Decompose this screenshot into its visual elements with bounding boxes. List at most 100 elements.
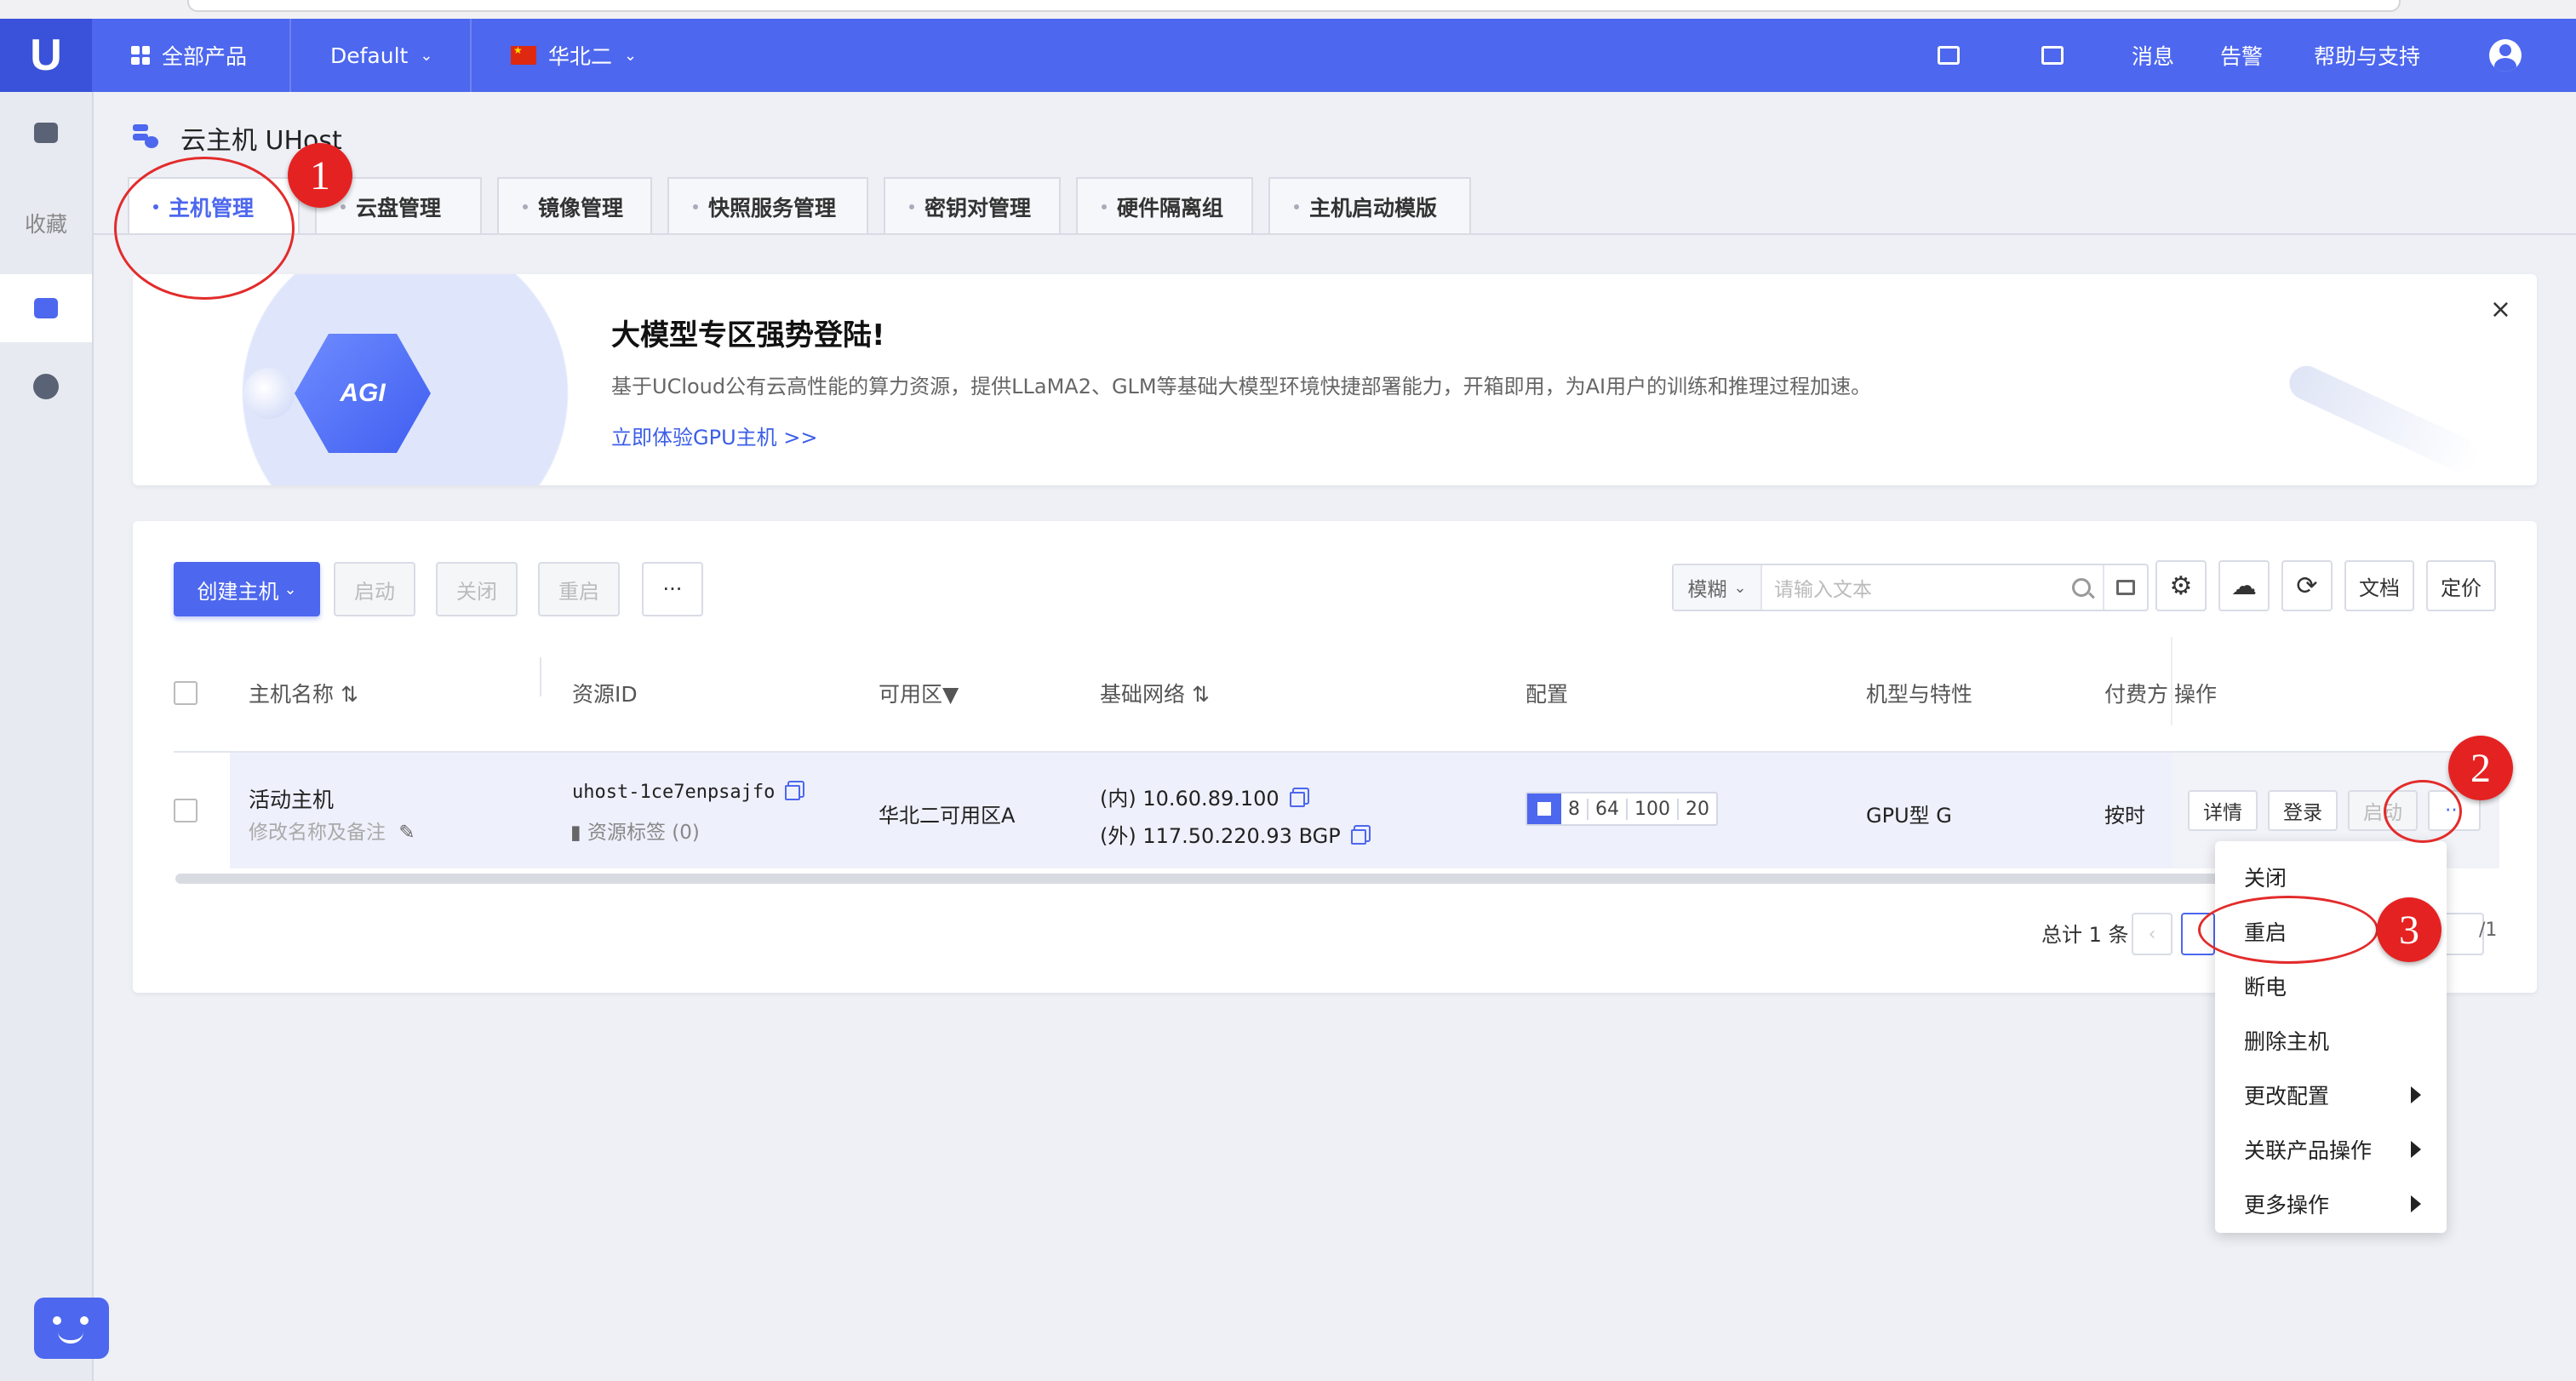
region-selector[interactable]: 华北二 ⌄ [472,19,693,92]
filter-icon: ▼ [942,682,959,707]
host-list-panel: 创建主机 ⌄ 启动 关闭 重启 ··· 模糊 ⌄ 请输入文本 ⚙ ☁ ⟳ 文档 … [133,521,2537,993]
card-icon [2116,580,2135,595]
ip-external: (外) 117.50.220.93 BGP [1100,819,1366,849]
host-name[interactable]: 活动主机 [249,783,334,814]
caret-right-icon [2411,1086,2421,1103]
help-link[interactable]: 帮助与支持 [2314,19,2420,92]
menu-item-change-config[interactable]: 更改配置 [2215,1068,2447,1122]
menu-item-label: 关闭 [2244,866,2287,891]
start-button[interactable]: 启动 [334,562,415,616]
menu-item-delete-host[interactable]: 删除主机 [2215,1013,2447,1068]
menu-item-more-actions[interactable]: 更多操作 [2215,1177,2447,1231]
all-products-menu[interactable]: 全部产品 [92,19,291,92]
banner-gpu-link[interactable]: 立即体验GPU主机 >> [611,421,817,450]
banner-description: 基于UCloud公有云高性能的算力资源，提供LLaMA2、GLM等基础大模型环境… [611,375,1872,398]
stop-button[interactable]: 关闭 [436,562,518,616]
sidebar-item-uhost[interactable] [0,274,92,342]
sort-icon: ⇅ [340,682,358,707]
monitor-icon [34,123,58,143]
sidebar-item-favorites[interactable]: 收藏 [0,189,92,257]
alerts-link[interactable]: 告警 [2220,19,2263,92]
header-network[interactable]: 基础网络 ⇅ [1100,678,1210,708]
header-name[interactable]: 主机名称 ⇅ [249,678,358,708]
create-host-label: 创建主机 [197,579,279,604]
resource-tags[interactable]: ▮ 资源标签 (0) [570,816,700,845]
address-bar[interactable] [187,0,2401,12]
config-disk: 100 [1628,798,1679,820]
tab-isolation-group[interactable]: 硬件隔离组 [1076,177,1253,235]
search-top-button[interactable] [1938,19,1960,92]
menu-item-related-products[interactable]: 关联产品操作 [2215,1122,2447,1177]
pager-pages: /1 [2479,920,2498,941]
card-view-button[interactable] [2103,565,2147,610]
annotation-ellipse-tab [114,157,295,300]
select-all-checkbox[interactable] [174,681,197,705]
network-icon [33,374,59,399]
chevron-down-icon: ⌄ [624,46,638,65]
banner-decoration [2283,360,2484,478]
menu-item-label: 更多操作 [2244,1193,2330,1218]
copy-icon[interactable] [1350,829,1366,845]
tab-divider [94,233,2576,235]
tab-dot [341,204,346,209]
browser-strip [0,0,2576,19]
refresh-button[interactable]: ⟳ [2281,560,2333,611]
gear-icon: ⚙ [2169,570,2193,601]
search-icon[interactable] [2072,578,2091,597]
header-name-label: 主机名称 [249,682,335,707]
annotation-ellipse-restart [2198,896,2379,964]
chevron-left-icon: ‹ [2148,923,2156,945]
project-selector[interactable]: Default ⌄ [291,19,472,92]
edit-name-label: 修改名称及备注 [249,822,386,844]
pricing-button[interactable]: 定价 [2426,560,2496,611]
terminal-icon [2041,46,2064,65]
page-input[interactable] [2441,913,2484,955]
copy-icon[interactable] [785,785,801,800]
tab-launch-template[interactable]: 主机启动模版 [1268,177,1471,235]
tab-snapshot-management[interactable]: 快照服务管理 [667,177,868,235]
config-cpu: 8 [1561,798,1589,820]
header-zone[interactable]: 可用区▼ [879,678,959,708]
banner-close-icon[interactable]: × [2490,295,2511,324]
sidebar-item-network[interactable] [0,352,92,421]
prev-page-button[interactable]: ‹ [2132,913,2172,955]
menu-item-stop[interactable]: 关闭 [2215,850,2447,904]
server-icon [34,298,58,318]
tab-label: 硬件隔离组 [1117,196,1224,221]
chevron-down-icon: ⌄ [1733,578,1747,597]
detail-button[interactable]: 详情 [2188,790,2258,831]
resource-tags-label: 资源标签 (0) [587,822,700,844]
terminal-button[interactable] [2041,19,2064,92]
menu-item-power-off[interactable]: 断电 [2215,959,2447,1013]
chat-assistant-icon[interactable] [34,1298,109,1359]
sidebar-item-dashboard[interactable] [0,99,92,167]
user-avatar-button[interactable] [2489,19,2522,92]
messages-link[interactable]: 消息 [2132,19,2174,92]
search-square-icon [1938,46,1960,65]
login-button[interactable]: 登录 [2268,790,2338,831]
tab-label: 密钥对管理 [924,196,1032,221]
edit-name-hint[interactable]: 修改名称及备注 ✎ [249,816,415,845]
ucloud-logo[interactable]: U [0,19,92,92]
refresh-icon: ⟳ [2296,570,2318,601]
tab-keypair-management[interactable]: 密钥对管理 [884,177,1061,235]
favorites-label: 收藏 [24,212,67,237]
tab-image-management[interactable]: 镜像管理 [497,177,652,235]
tab-dot [523,204,528,209]
more-actions-button[interactable]: ··· [642,562,703,616]
copy-icon[interactable] [1289,792,1305,807]
docs-button[interactable]: 文档 [2344,560,2414,611]
restart-button[interactable]: 重启 [538,562,620,616]
row-checkbox[interactable] [174,799,197,822]
horizontal-scrollbar[interactable] [175,874,2333,884]
cloud-download-icon: ☁ [2231,570,2257,601]
search-mode-select[interactable]: 模糊 ⌄ [1674,565,1762,610]
pager-total: 总计 1 条 [2041,923,2129,947]
column-divider [2171,637,2172,725]
search-input[interactable]: 请输入文本 [1762,573,2072,602]
ip-internal: (内) 10.60.89.100 [1100,782,1305,811]
download-button[interactable]: ☁ [2218,560,2270,611]
create-host-button[interactable]: 创建主机 ⌄ [174,562,320,616]
settings-button[interactable]: ⚙ [2155,560,2207,611]
promo-banner: AGI 大模型专区强势登陆! 基于UCloud公有云高性能的算力资源，提供LLa… [133,274,2537,485]
